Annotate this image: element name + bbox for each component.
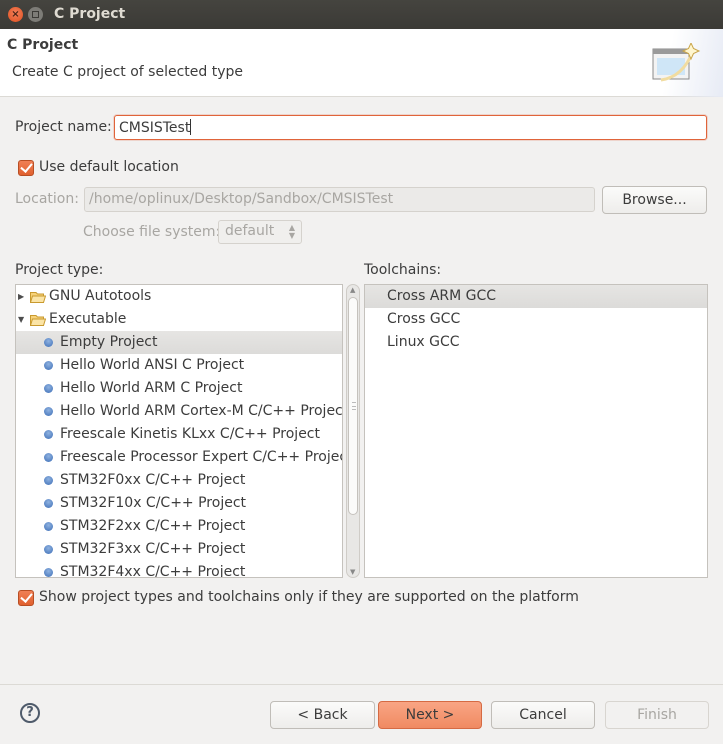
window-maximize-button[interactable] (28, 7, 43, 22)
tree-item-label: Hello World ARM Cortex-M C/C++ Project (60, 403, 343, 419)
spinner-arrows-icon: ▲ ▼ (288, 223, 295, 240)
next-button[interactable]: Next > (378, 701, 482, 729)
tree-item-label: STM32F2xx C/C++ Project (60, 518, 246, 534)
tree-item-label: Hello World ANSI C Project (60, 357, 245, 373)
footer-separator (0, 684, 723, 685)
toolchain-label: Linux GCC (387, 334, 460, 350)
tree-item[interactable]: Hello World ARM Cortex-M C/C++ Project (16, 400, 342, 423)
tree-item-label: STM32F4xx C/C++ Project (60, 564, 246, 578)
tree-item-label: STM32F0xx C/C++ Project (60, 472, 246, 488)
collapsed-triangle-icon[interactable]: ▶ (18, 285, 24, 308)
project-template-icon (44, 338, 53, 347)
scroll-up-icon[interactable]: ▲ (350, 286, 355, 294)
wizard-header: C Project Create C project of selected t… (0, 29, 723, 97)
show-supported-checkbox[interactable] (18, 590, 34, 606)
new-project-wizard-icon (652, 43, 701, 82)
project-template-icon (44, 384, 53, 393)
grip-icon (352, 402, 356, 410)
toolchain-label: Cross ARM GCC (387, 288, 497, 304)
toolchains-list[interactable]: Cross ARM GCC Cross GCC Linux GCC (364, 284, 708, 578)
finish-button[interactable]: Finish (605, 701, 709, 729)
tree-item[interactable]: STM32F4xx C/C++ Project (16, 561, 342, 578)
wizard-title: C Project (7, 37, 79, 53)
tree-item-label: Empty Project (60, 334, 158, 350)
toolchain-item[interactable]: Linux GCC (365, 331, 707, 354)
project-template-icon (44, 545, 53, 554)
project-type-label: Project type: (15, 262, 104, 278)
project-name-input[interactable]: CMSISTest (114, 115, 707, 140)
show-supported-label[interactable]: Show project types and toolchains only i… (39, 589, 579, 605)
project-template-icon (44, 430, 53, 439)
tree-item-label: STM32F3xx C/C++ Project (60, 541, 246, 557)
toolchain-item[interactable]: Cross ARM GCC (365, 285, 707, 308)
folder-icon (30, 315, 46, 326)
tree-item[interactable]: Hello World ARM C Project (16, 377, 342, 400)
tree-item[interactable]: Freescale Processor Expert C/C++ Project (16, 446, 342, 469)
help-icon: ? (26, 705, 34, 720)
folder-icon (30, 292, 46, 303)
project-template-icon (44, 453, 53, 462)
tree-folder[interactable]: ▶ GNU Autotools (16, 285, 342, 308)
location-label: Location: (15, 191, 79, 207)
project-name-value: CMSISTest (119, 120, 191, 136)
project-name-label: Project name: (15, 119, 112, 135)
file-system-label: Choose file system: (83, 224, 221, 240)
tree-item-label: GNU Autotools (49, 288, 152, 304)
text-cursor (190, 119, 192, 135)
tree-item[interactable]: STM32F0xx C/C++ Project (16, 469, 342, 492)
close-icon: × (11, 9, 20, 20)
location-value: /home/oplinux/Desktop/Sandbox/CMSISTest (89, 191, 394, 207)
toolchains-label: Toolchains: (364, 262, 442, 278)
project-template-icon (44, 499, 53, 508)
use-default-location-label[interactable]: Use default location (39, 159, 179, 175)
window-title: C Project (54, 6, 126, 22)
scrollbar-thumb[interactable] (348, 297, 358, 515)
cancel-button[interactable]: Cancel (491, 701, 595, 729)
project-type-scrollbar[interactable]: ▲ ▼ (346, 284, 360, 578)
tree-item-label: Freescale Processor Expert C/C++ Project (60, 449, 343, 465)
project-template-icon (44, 568, 53, 577)
tree-item[interactable]: Empty Project (16, 331, 342, 354)
project-template-icon (44, 407, 53, 416)
project-template-icon (44, 476, 53, 485)
project-type-tree[interactable]: ▶ GNU Autotools ▼ Executable Empty Project He… (15, 284, 343, 578)
tree-item-label: Executable (49, 311, 127, 327)
project-template-icon (44, 361, 53, 370)
help-button[interactable]: ? (20, 703, 40, 723)
window-titlebar: × C Project (0, 0, 723, 29)
project-template-icon (44, 522, 53, 531)
window-close-button[interactable]: × (8, 7, 23, 22)
file-system-value: default (225, 223, 275, 239)
tree-folder[interactable]: ▼ Executable (16, 308, 342, 331)
toolchain-item[interactable]: Cross GCC (365, 308, 707, 331)
tree-item-label: Hello World ARM C Project (60, 380, 243, 396)
expanded-triangle-icon[interactable]: ▼ (18, 308, 24, 331)
back-button[interactable]: < Back (270, 701, 375, 729)
scroll-down-icon[interactable]: ▼ (350, 568, 355, 576)
tree-item[interactable]: STM32F3xx C/C++ Project (16, 538, 342, 561)
tree-item[interactable]: Hello World ANSI C Project (16, 354, 342, 377)
browse-button[interactable]: Browse... (602, 186, 707, 214)
toolchain-label: Cross GCC (387, 311, 461, 327)
tree-item-label: STM32F10x C/C++ Project (60, 495, 247, 511)
tree-item[interactable]: Freescale Kinetis KLxx C/C++ Project (16, 423, 342, 446)
tree-item[interactable]: STM32F10x C/C++ Project (16, 492, 342, 515)
tree-item-label: Freescale Kinetis KLxx C/C++ Project (60, 426, 320, 442)
wizard-subtitle: Create C project of selected type (12, 64, 243, 80)
location-input[interactable]: /home/oplinux/Desktop/Sandbox/CMSISTest (84, 187, 595, 212)
file-system-select[interactable]: default ▲ ▼ (218, 220, 302, 244)
use-default-location-checkbox[interactable] (18, 160, 34, 176)
tree-item[interactable]: STM32F2xx C/C++ Project (16, 515, 342, 538)
